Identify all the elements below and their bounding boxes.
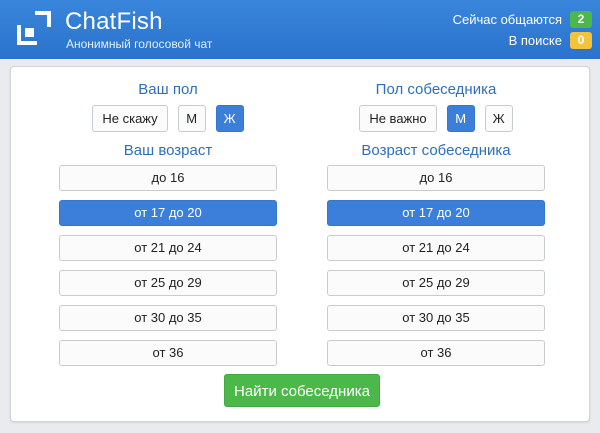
stat-searching-badge: 0 — [570, 31, 592, 49]
partner-gender-male-button[interactable]: М — [446, 105, 475, 132]
partner-age-option[interactable]: от 30 до 35 — [327, 305, 545, 331]
stat-chatting-label: Сейчас общаются — [452, 11, 562, 27]
my-age-title: Ваш возраст — [123, 142, 213, 159]
my-gender-undisclosed-button[interactable]: Не скажу — [92, 105, 168, 132]
partner-age-option[interactable]: от 17 до 20 — [327, 200, 545, 226]
app-header: ChatFish Анонимный голосовой чат Сейчас … — [0, 0, 600, 59]
my-age-option[interactable]: от 36 — [59, 340, 277, 366]
my-age-option[interactable]: от 17 до 20 — [59, 200, 277, 226]
partner-age-options: до 16 от 17 до 20 от 21 до 24 от 25 до 2… — [327, 165, 545, 375]
settings-card: Ваш пол Не скажу М Ж Ваш возраст до 16 о… — [10, 66, 590, 422]
app-title: ChatFish — [65, 8, 163, 35]
app-subtitle: Анонимный голосовой чат — [66, 37, 213, 51]
my-age-options: до 16 от 17 до 20 от 21 до 24 от 25 до 2… — [59, 165, 277, 375]
partner-gender-options: Не важно М Ж — [327, 105, 545, 132]
partner-gender-female-button[interactable]: Ж — [484, 105, 513, 132]
chatfish-logo-icon — [17, 11, 51, 45]
find-partner-button[interactable]: Найти собеседника — [224, 374, 380, 407]
my-age-option[interactable]: от 21 до 24 — [59, 235, 277, 261]
partner-age-title: Возраст собеседника — [361, 142, 511, 159]
partner-gender-title: Пол собеседника — [375, 81, 497, 98]
partner-age-option[interactable]: от 36 — [327, 340, 545, 366]
my-gender-options: Не скажу М Ж — [59, 105, 277, 132]
my-gender-female-button[interactable]: Ж — [215, 105, 244, 132]
my-age-option[interactable]: от 25 до 29 — [59, 270, 277, 296]
stat-chatting: Сейчас общаются 2 — [453, 10, 592, 28]
stat-searching: В поиске 0 — [509, 31, 592, 49]
my-gender-title: Ваш пол — [138, 81, 198, 98]
partner-age-option[interactable]: от 21 до 24 — [327, 235, 545, 261]
partner-age-option[interactable]: до 16 — [327, 165, 545, 191]
my-gender-male-button[interactable]: М — [177, 105, 206, 132]
partner-gender-any-button[interactable]: Не важно — [359, 105, 437, 132]
my-age-option[interactable]: до 16 — [59, 165, 277, 191]
partner-age-option[interactable]: от 25 до 29 — [327, 270, 545, 296]
stat-chatting-badge: 2 — [570, 10, 592, 28]
stat-searching-label: В поиске — [508, 32, 562, 48]
my-age-option[interactable]: от 30 до 35 — [59, 305, 277, 331]
